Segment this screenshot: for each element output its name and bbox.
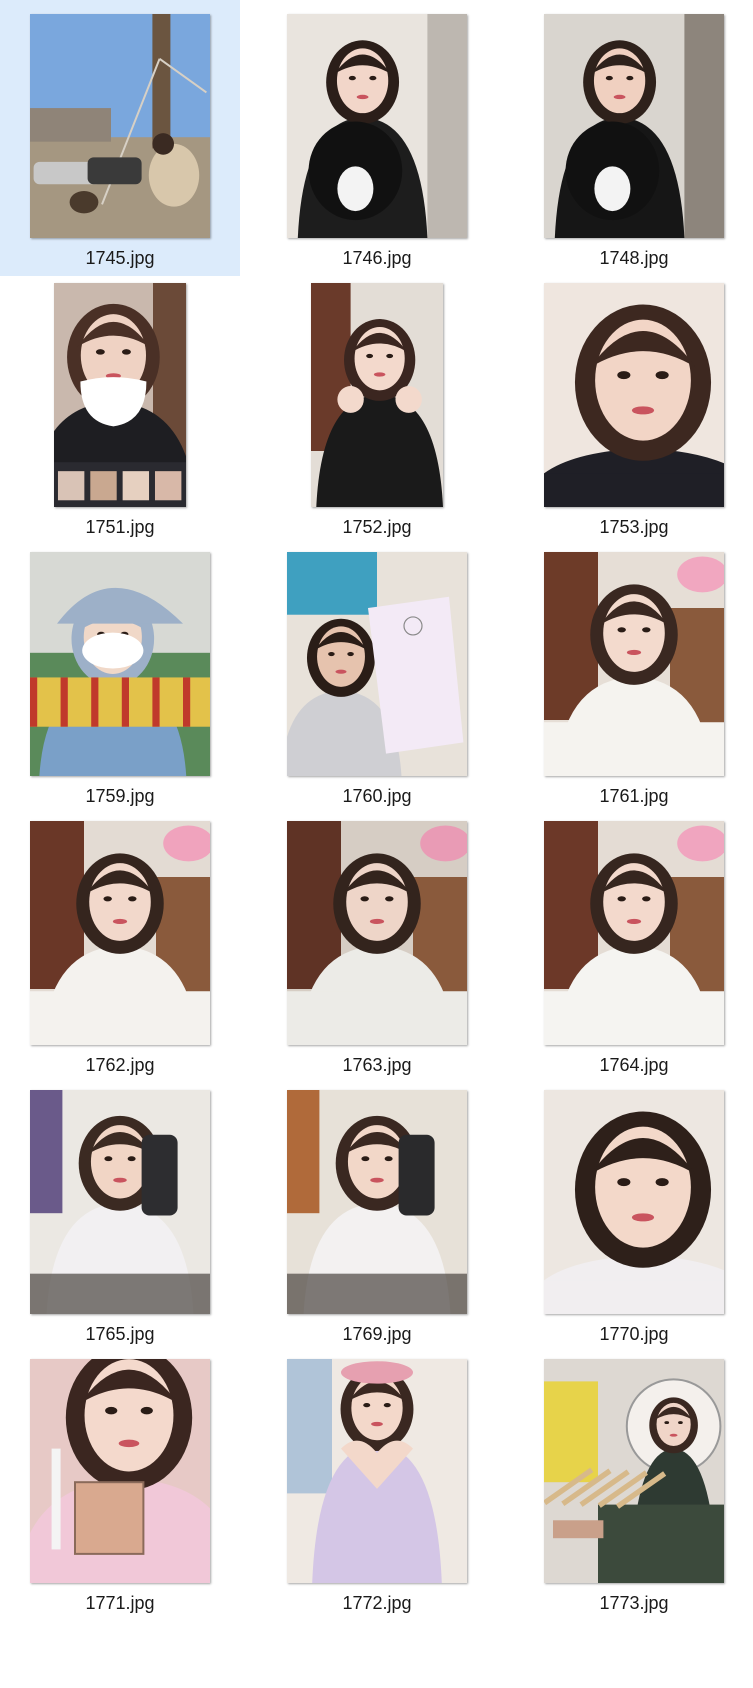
file-name-label: 1759.jpg (85, 786, 155, 806)
file-name-label: 1745.jpg (85, 248, 155, 268)
file-tile[interactable]: 1773.jpg (514, 1345, 753, 1621)
file-tile[interactable]: 1770.jpg (514, 1076, 753, 1352)
thumbnail-frame (0, 811, 240, 1055)
thumbnail-image (544, 283, 724, 507)
file-name-label: 1772.jpg (342, 1593, 412, 1613)
file-name-label: 1748.jpg (599, 248, 669, 268)
thumbnail-image (30, 1359, 210, 1583)
file-name-label: 1771.jpg (85, 1593, 155, 1613)
file-name-label: 1753.jpg (599, 517, 669, 537)
photo-thumbnail[interactable] (287, 1090, 467, 1314)
file-name-label: 1765.jpg (85, 1324, 155, 1344)
thumbnail-frame (514, 811, 753, 1055)
thumbnail-image (287, 14, 467, 238)
photo-thumbnail[interactable] (30, 14, 210, 238)
thumbnail-image (544, 552, 724, 776)
thumbnail-image (311, 283, 443, 507)
photo-thumbnail[interactable] (287, 552, 467, 776)
file-name-label: 1752.jpg (342, 517, 412, 537)
thumbnail-frame (0, 1080, 240, 1324)
file-name-label: 1769.jpg (342, 1324, 412, 1344)
file-tile[interactable]: 1762.jpg (0, 807, 240, 1083)
file-name-label: 1773.jpg (599, 1593, 669, 1613)
thumbnail-frame (0, 1349, 240, 1593)
thumbnail-frame (257, 542, 497, 786)
thumbnail-image (54, 283, 186, 507)
thumbnail-image (30, 14, 210, 238)
photo-thumbnail[interactable] (287, 14, 467, 238)
photo-thumbnail[interactable] (544, 1090, 724, 1314)
thumbnail-frame (514, 542, 753, 786)
file-name-label: 1746.jpg (342, 248, 412, 268)
photo-thumbnail[interactable] (544, 821, 724, 1045)
file-tile[interactable]: 1752.jpg (257, 269, 497, 545)
thumbnail-frame (257, 1080, 497, 1324)
thumbnail-frame (257, 4, 497, 248)
thumbnail-frame (257, 273, 497, 517)
thumbnail-image (544, 821, 724, 1045)
thumbnail-image (544, 1359, 724, 1583)
file-tile[interactable]: 1746.jpg (257, 0, 497, 276)
thumbnail-image (30, 552, 210, 776)
thumbnail-frame (257, 1349, 497, 1593)
file-thumbnail-grid: 1745.jpg 1746.jpg 1748.jpg 1751.jpg 1752.jpg… (0, 0, 753, 1688)
file-name-label: 1751.jpg (85, 517, 155, 537)
thumbnail-frame (0, 273, 240, 517)
photo-thumbnail[interactable] (54, 283, 186, 507)
file-tile[interactable]: 1751.jpg (0, 269, 240, 545)
thumbnail-frame (514, 1080, 753, 1324)
photo-thumbnail[interactable] (544, 283, 724, 507)
thumbnail-image (287, 821, 467, 1045)
file-tile[interactable]: 1769.jpg (257, 1076, 497, 1352)
photo-thumbnail[interactable] (30, 1359, 210, 1583)
thumbnail-frame (514, 273, 753, 517)
photo-thumbnail[interactable] (544, 14, 724, 238)
file-tile[interactable]: 1764.jpg (514, 807, 753, 1083)
photo-thumbnail[interactable] (544, 552, 724, 776)
file-tile[interactable]: 1772.jpg (257, 1345, 497, 1621)
file-tile[interactable]: 1761.jpg (514, 538, 753, 814)
photo-thumbnail[interactable] (30, 821, 210, 1045)
file-name-label: 1761.jpg (599, 786, 669, 806)
file-name-label: 1770.jpg (599, 1324, 669, 1344)
photo-thumbnail[interactable] (287, 821, 467, 1045)
thumbnail-frame (514, 1349, 753, 1593)
thumbnail-frame (0, 542, 240, 786)
file-tile[interactable]: 1765.jpg (0, 1076, 240, 1352)
file-name-label: 1764.jpg (599, 1055, 669, 1075)
thumbnail-image (544, 14, 724, 238)
thumbnail-frame (0, 4, 240, 248)
file-tile[interactable]: 1759.jpg (0, 538, 240, 814)
photo-thumbnail[interactable] (30, 1090, 210, 1314)
file-tile[interactable]: 1753.jpg (514, 269, 753, 545)
file-name-label: 1763.jpg (342, 1055, 412, 1075)
file-tile[interactable]: 1748.jpg (514, 0, 753, 276)
thumbnail-image (287, 1090, 467, 1314)
thumbnail-image (287, 1359, 467, 1583)
photo-thumbnail[interactable] (287, 1359, 467, 1583)
photo-thumbnail[interactable] (311, 283, 443, 507)
file-name-label: 1760.jpg (342, 786, 412, 806)
file-tile[interactable]: 1745.jpg (0, 0, 240, 276)
file-tile[interactable]: 1771.jpg (0, 1345, 240, 1621)
file-tile[interactable]: 1763.jpg (257, 807, 497, 1083)
file-tile[interactable]: 1760.jpg (257, 538, 497, 814)
thumbnail-image (30, 821, 210, 1045)
thumbnail-image (30, 1090, 210, 1314)
photo-thumbnail[interactable] (30, 552, 210, 776)
thumbnail-image (544, 1090, 724, 1314)
thumbnail-image (287, 552, 467, 776)
thumbnail-frame (514, 4, 753, 248)
file-name-label: 1762.jpg (85, 1055, 155, 1075)
thumbnail-frame (257, 811, 497, 1055)
photo-thumbnail[interactable] (544, 1359, 724, 1583)
